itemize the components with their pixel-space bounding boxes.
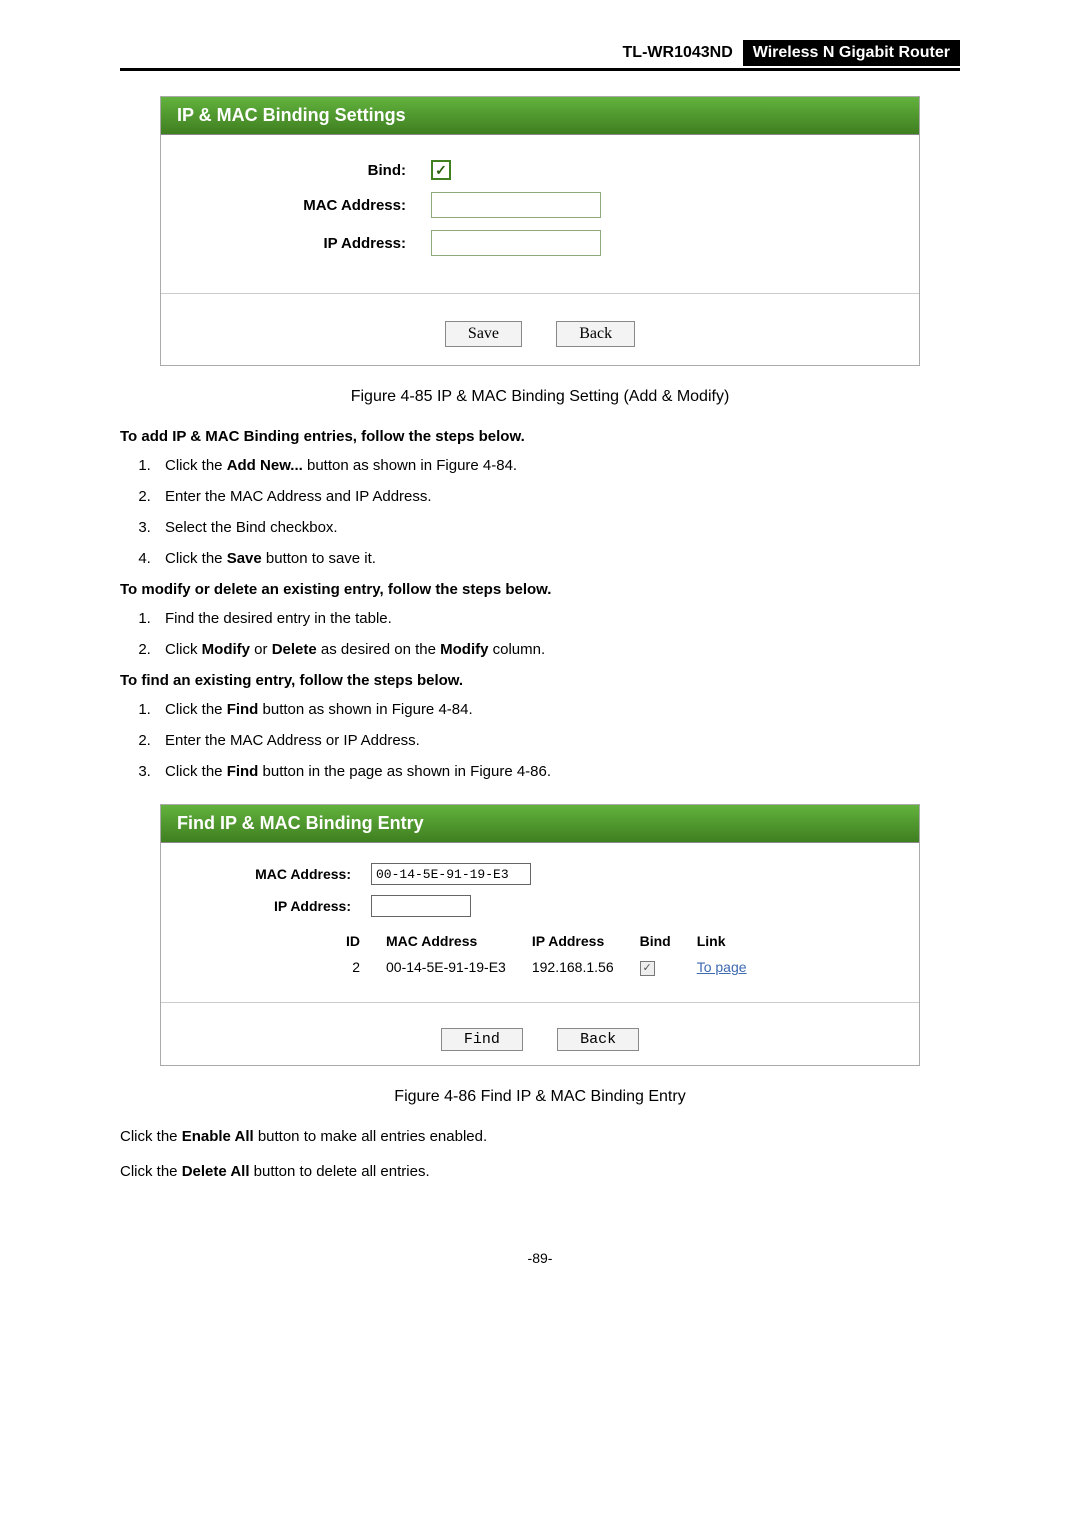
model-number: TL-WR1043ND (613, 40, 743, 66)
ip-label: IP Address: (181, 235, 431, 252)
product-title: Wireless N Gigabit Router (743, 40, 960, 66)
delete-all-note: Click the Delete All button to delete al… (120, 1163, 960, 1180)
list-item: Click the Find button in the page as sho… (155, 763, 960, 780)
panel-divider (161, 293, 919, 294)
find-mac-label: MAC Address: (176, 866, 371, 882)
th-ip: IP Address (520, 929, 626, 953)
mac-label: MAC Address: (181, 197, 431, 214)
cell-bind: ✓ (628, 955, 683, 980)
save-button[interactable]: Save (445, 321, 522, 347)
document-page: TL-WR1043ND Wireless N Gigabit Router IP… (0, 0, 1080, 1316)
figure-caption-85: Figure 4-85 IP & MAC Binding Setting (Ad… (120, 388, 960, 406)
find-binding-panel: Find IP & MAC Binding Entry MAC Address:… (160, 804, 920, 1066)
cell-link: To page (685, 955, 759, 980)
list-item: Click the Save button to save it. (155, 550, 960, 567)
mac-input[interactable] (431, 192, 601, 218)
table-row: 2 00-14-5E-91-19-E3 192.168.1.56 ✓ To pa… (298, 955, 759, 980)
cell-mac: 00-14-5E-91-19-E3 (374, 955, 518, 980)
add-steps-list: Click the Add New... button as shown in … (120, 457, 960, 567)
bind-check-icon: ✓ (640, 961, 655, 976)
find-button[interactable]: Find (441, 1028, 523, 1051)
bind-checkbox[interactable]: ✓ (431, 160, 451, 180)
bind-label: Bind: (181, 162, 431, 179)
panel2-divider (161, 1002, 919, 1003)
enable-all-note: Click the Enable All button to make all … (120, 1128, 960, 1145)
page-header: TL-WR1043ND Wireless N Gigabit Router (120, 40, 960, 66)
back-button[interactable]: Back (556, 321, 635, 347)
back-button-2[interactable]: Back (557, 1028, 639, 1051)
th-bind: Bind (628, 929, 683, 953)
table-header-row: ID MAC Address IP Address Bind Link (298, 929, 759, 953)
th-id: ID (298, 929, 372, 953)
modify-steps-list: Find the desired entry in the table. Cli… (120, 610, 960, 658)
to-page-link[interactable]: To page (697, 959, 747, 975)
find-heading: To find an existing entry, follow the st… (120, 672, 960, 689)
figure-caption-86: Figure 4-86 Find IP & MAC Binding Entry (120, 1088, 960, 1106)
find-ip-label: IP Address: (176, 898, 371, 914)
results-table: ID MAC Address IP Address Bind Link 2 00… (296, 927, 761, 982)
list-item: Enter the MAC Address or IP Address. (155, 732, 960, 749)
list-item: Select the Bind checkbox. (155, 519, 960, 536)
cell-id: 2 (298, 955, 372, 980)
list-item: Enter the MAC Address and IP Address. (155, 488, 960, 505)
th-link: Link (685, 929, 759, 953)
add-heading: To add IP & MAC Binding entries, follow … (120, 428, 960, 445)
panel2-title: Find IP & MAC Binding Entry (161, 805, 919, 843)
list-item: Click the Add New... button as shown in … (155, 457, 960, 474)
find-steps-list: Click the Find button as shown in Figure… (120, 701, 960, 780)
page-number: -89- (120, 1250, 960, 1266)
find-mac-input[interactable] (371, 863, 531, 885)
panel-title: IP & MAC Binding Settings (161, 97, 919, 135)
list-item: Click the Find button as shown in Figure… (155, 701, 960, 718)
ip-input[interactable] (431, 230, 601, 256)
list-item: Find the desired entry in the table. (155, 610, 960, 627)
cell-ip: 192.168.1.56 (520, 955, 626, 980)
header-divider (120, 68, 960, 71)
modify-heading: To modify or delete an existing entry, f… (120, 581, 960, 598)
th-mac: MAC Address (374, 929, 518, 953)
binding-settings-panel: IP & MAC Binding Settings Bind: ✓ MAC Ad… (160, 96, 920, 366)
list-item: Click Modify or Delete as desired on the… (155, 641, 960, 658)
find-ip-input[interactable] (371, 895, 471, 917)
